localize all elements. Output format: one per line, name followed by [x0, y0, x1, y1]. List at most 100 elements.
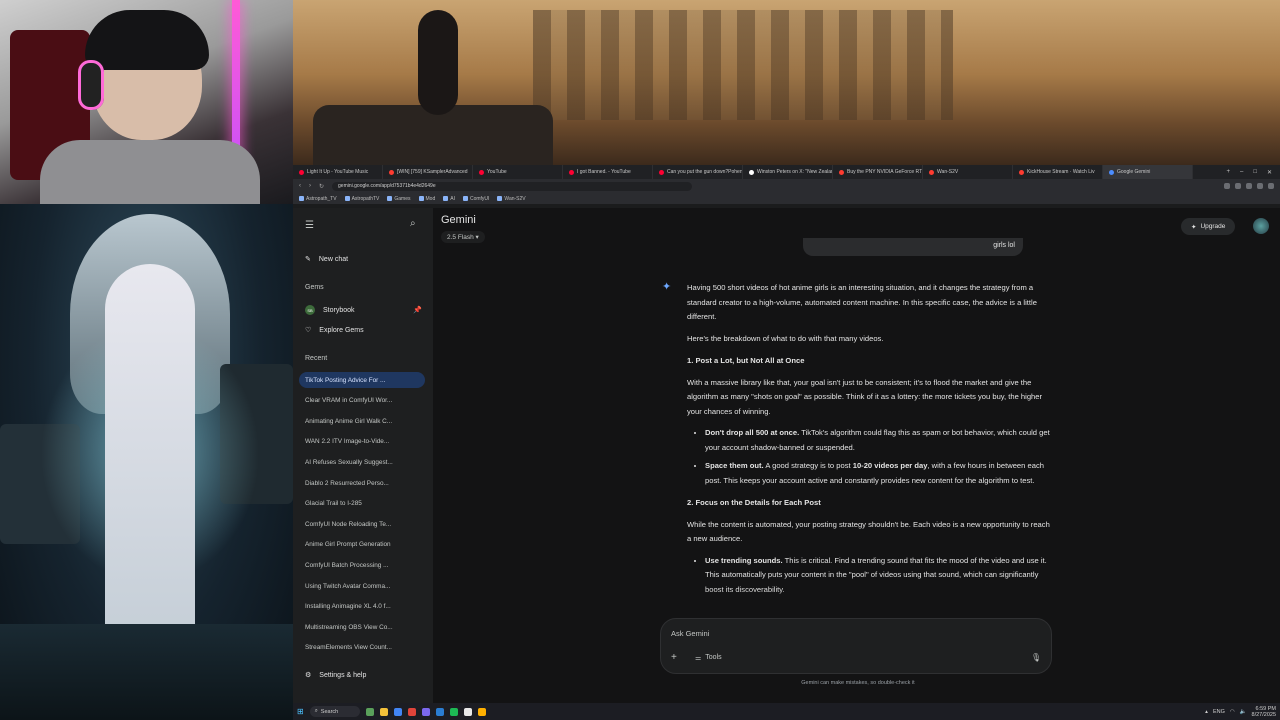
recent-chat-item[interactable]: ComfyUI Batch Processing ... [299, 557, 425, 573]
browser-window: Light It Up - YouTube Music [WIN] [759] K… [293, 165, 1280, 703]
search-icon[interactable]: ⌕ [410, 218, 416, 229]
bookmark-item[interactable]: AstropathTV [344, 196, 379, 202]
recent-chat-item[interactable]: TikTok Posting Advice For ... [299, 372, 425, 388]
clock[interactable]: 6:59 PM 8/27/2025 [1252, 706, 1276, 718]
folder-icon [344, 196, 350, 201]
bold-text: Don't drop all 500 at once. [705, 428, 800, 437]
recent-chat-item[interactable]: Multistreaming OBS View Co... [299, 619, 425, 635]
recent-chat-item[interactable]: Diablo 2 Resurrected Perso... [299, 475, 425, 491]
pin-icon[interactable]: 📌 [413, 306, 422, 314]
recent-chat-item[interactable]: Clear VRAM in ComfyUI Wor... [299, 393, 425, 409]
response-paragraph: Having 500 short videos of hot anime gir… [687, 283, 1037, 321]
disclaimer: Gemini can make mistakes, so double-chec… [801, 680, 915, 686]
language-indicator[interactable]: ENG [1213, 709, 1225, 715]
recent-chat-item[interactable]: WAN 2.2 ITV Image-to-Vide... [299, 434, 425, 450]
explore-gems-button[interactable]: ♡ Explore Gems [305, 326, 364, 335]
microphone-icon[interactable]: 🎙 [1031, 653, 1041, 662]
folder-icon [299, 196, 304, 201]
extension-icon[interactable] [1235, 183, 1241, 189]
extension-icon[interactable] [1224, 183, 1230, 189]
app-icon[interactable] [449, 707, 458, 716]
recent-chat-item[interactable]: Animating Anime Girl Walk C... [299, 413, 425, 429]
browser-tab[interactable]: Google Gemini [1103, 165, 1193, 179]
composer: + ⚌ Tools 🎙 [660, 618, 1052, 674]
browser-tab[interactable]: Winston Peters on X: "New Zealan [743, 165, 833, 179]
bookmark-label: Games [394, 195, 411, 202]
response-paragraph: Here's the breakdown of what to do with … [687, 333, 884, 343]
maximize-icon[interactable]: □ [1253, 169, 1257, 176]
response-paragraph: With a massive library like that, your g… [687, 377, 1043, 416]
extension-icon[interactable] [1246, 183, 1252, 189]
app-icon[interactable] [365, 707, 374, 716]
tools-button[interactable]: ⚌ Tools [695, 654, 722, 662]
app-icon[interactable] [463, 707, 472, 716]
close-icon[interactable]: ✕ [1267, 169, 1272, 176]
browser-tab[interactable]: Wan-S2V [923, 165, 1013, 179]
recent-chat-item[interactable]: Using Twitch Avatar Comma... [299, 578, 425, 594]
vlc-icon[interactable] [477, 707, 486, 716]
browser-tab[interactable]: Can you put the gun down?Pohen [653, 165, 743, 179]
add-icon[interactable]: + [671, 652, 677, 663]
wifi-icon[interactable]: ◠ [1230, 709, 1235, 715]
avatar[interactable] [1253, 218, 1269, 234]
prompt-input[interactable] [671, 627, 971, 639]
favicon-icon [929, 169, 934, 175]
gem-avatar: SB [305, 305, 315, 315]
bookmark-item[interactable]: Astropath_TV [299, 196, 337, 202]
browser-tab[interactable]: KickHouse Stream · Watch Liv [1013, 165, 1103, 179]
bookmark-item[interactable]: Games [387, 195, 411, 202]
menu-icon[interactable]: ☰ [305, 220, 314, 231]
minimize-icon[interactable]: – [1240, 169, 1243, 176]
bookmark-item[interactable]: Wan-S2V [497, 196, 526, 202]
new-chat-button[interactable]: ✎ New chat [305, 255, 349, 264]
bookmark-item[interactable]: ComfyUI [462, 196, 489, 202]
explore-gems-label: Explore Gems [319, 326, 364, 334]
windows-start-icon[interactable]: ⊞ [297, 707, 304, 716]
brave-icon[interactable] [407, 707, 416, 716]
gem-storybook[interactable]: SB Storybook [305, 305, 355, 315]
new-chat-label: New chat [318, 255, 349, 263]
browser-tab[interactable]: Buy the PNY NVIDIA GeForce RTX [833, 165, 923, 179]
file-explorer-icon[interactable] [379, 707, 388, 716]
tools-label: Tools [705, 654, 722, 661]
settings-label: Settings & help [319, 671, 367, 679]
search-icon: ⌕ [314, 708, 318, 714]
browser-tab[interactable]: YouTube [473, 165, 563, 179]
tray-icon[interactable]: ▴ [1205, 709, 1208, 715]
taskbar-search[interactable]: ⌕ Search [309, 706, 360, 717]
gear-icon: ⚙ [305, 672, 312, 679]
folder-icon [497, 196, 503, 201]
discord-icon[interactable] [421, 707, 430, 716]
model-selector[interactable]: 2.5 Flash ▾ [441, 231, 485, 243]
favicon-icon [839, 169, 844, 175]
forward-icon[interactable]: › [309, 183, 311, 189]
browser-tab[interactable]: [WIN] [759] KSamplerAdvanced [383, 165, 473, 179]
recent-chat-item[interactable]: ComfyUI Node Reloading Te... [299, 516, 425, 532]
recent-chat-item[interactable]: Installing Animagine XL 4.0 f... [299, 599, 425, 615]
edit-icon: ✎ [305, 256, 311, 263]
extension-icon[interactable] [1257, 183, 1263, 189]
browser-tab[interactable]: Light It Up - YouTube Music [293, 165, 383, 179]
tab-title: Winston Peters on X: "New Zealan [757, 169, 833, 175]
reload-icon[interactable]: ↻ [319, 183, 324, 190]
extension-icon[interactable] [1268, 183, 1274, 189]
settings-help-button[interactable]: ⚙ Settings & help [305, 671, 367, 680]
new-tab-icon[interactable]: + [1226, 169, 1230, 176]
bookmark-item[interactable]: AI [443, 196, 455, 202]
bold-text: Use trending sounds. [705, 555, 783, 565]
back-icon[interactable]: ‹ [299, 183, 301, 189]
upgrade-button[interactable]: ✦ Upgrade [1181, 218, 1236, 235]
recent-chat-item[interactable]: AI Refuses Sexually Suggest... [299, 454, 425, 470]
recent-chat-item[interactable]: Glacial Trail to I-285 [299, 496, 425, 512]
volume-icon[interactable]: 🔈 [1240, 709, 1247, 715]
ruined-city [533, 10, 953, 120]
bookmark-item[interactable]: Mod [418, 196, 435, 202]
favicon-icon [749, 169, 754, 175]
app-icon[interactable] [435, 707, 444, 716]
bookmark-label: AI [450, 195, 455, 202]
url-field[interactable]: gemini.google.com/app/d75371b4e4d2649e [332, 181, 693, 191]
recent-chat-item[interactable]: Anime Girl Prompt Generation [299, 537, 425, 553]
chrome-icon[interactable] [393, 707, 402, 716]
browser-tab[interactable]: I got Banned. - YouTube [563, 165, 653, 179]
recent-chat-item[interactable]: StreamElements View Count... [299, 640, 425, 656]
